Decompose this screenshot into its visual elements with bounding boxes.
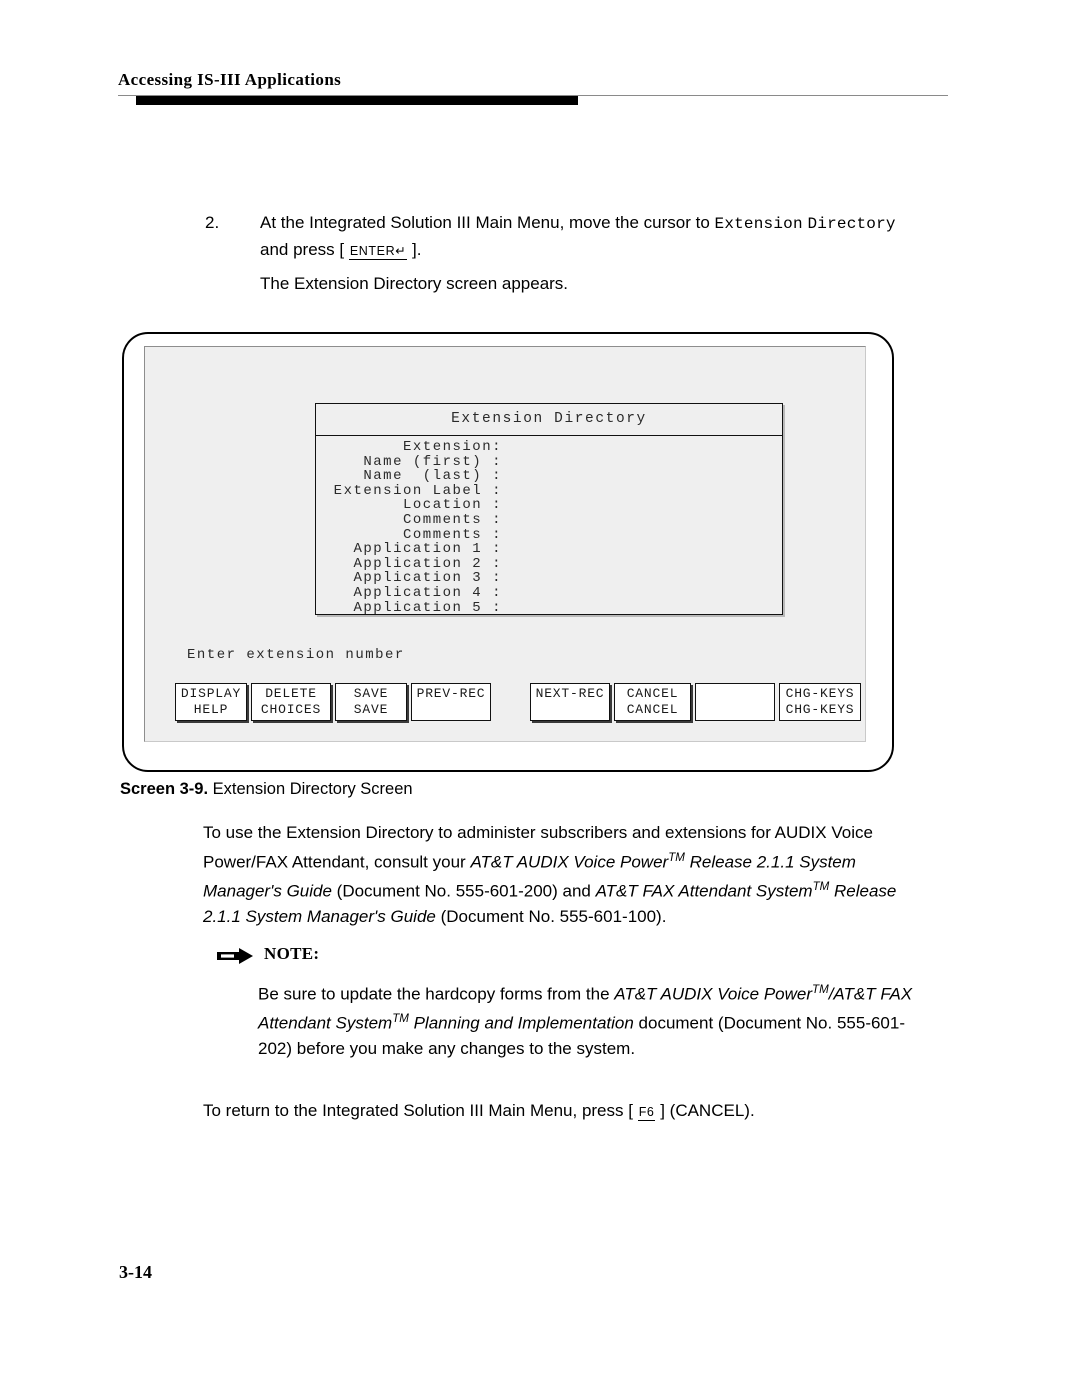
softkey-chg-keys-top: CHG-KEYS	[785, 686, 855, 701]
trademark-icon-1: TM	[668, 851, 685, 864]
running-head: Accessing IS-III Applications	[118, 70, 948, 105]
field-application-4: Application 4 :	[353, 584, 502, 601]
consult-italic1: AT&T AUDIX Voice Power	[470, 852, 669, 872]
step-text-mid: and press [	[260, 240, 349, 259]
note-block: NOTE: Be sure to update the hardcopy for…	[217, 944, 920, 1062]
note-body: Be sure to update the hardcopy forms fro…	[258, 978, 918, 1062]
figure-screen-3-9: Extension Directory Extension: Name (fir…	[122, 332, 894, 772]
trademark-icon-3: TM	[812, 984, 829, 996]
note-arrow-icon	[217, 948, 253, 964]
figure-caption: Screen 3-9. Extension Directory Screen	[120, 780, 413, 799]
field-name-last: Name (last) :	[363, 468, 502, 485]
softkey-display-help-top: DISPLAY	[180, 686, 242, 701]
enter-return-arrow-icon: ↵	[395, 244, 407, 258]
consult-seg2: (Document No. 555-601-200) and	[331, 881, 596, 901]
softkey-next-rec-top: NEXT-REC	[535, 686, 605, 701]
consult-seg3: (Document No. 555-601-100).	[435, 906, 667, 926]
status-prompt: Enter extension number	[187, 647, 405, 663]
softkey-next-rec[interactable]: NEXT-REC	[530, 683, 610, 721]
field-application-5: Application 5 :	[353, 599, 502, 616]
note-italic1: AT&T AUDIX Voice Power	[614, 984, 813, 1004]
trademark-icon-2: TM	[812, 880, 830, 893]
return-seg2: ] (CANCEL).	[655, 1101, 755, 1120]
header-black-bar	[136, 96, 578, 105]
return-seg1: To return to the Integrated Solution III…	[203, 1101, 638, 1120]
note-seg1: Be sure to update the hardcopy forms fro…	[258, 984, 615, 1004]
numbered-step-2: 2. At the Integrated Solution III Main M…	[205, 210, 905, 264]
field-application-2: Application 2 :	[353, 555, 502, 572]
step-text: At the Integrated Solution III Main Menu…	[260, 210, 905, 264]
return-paragraph: To return to the Integrated Solution III…	[203, 1098, 903, 1126]
field-comments-1: Comments :	[402, 511, 502, 528]
softkey-save-save-top: SAVE	[353, 686, 389, 701]
enter-keycap: ENTER↵	[348, 244, 408, 260]
window-title: Extension Directory	[316, 404, 782, 436]
trademark-icon-4: TM	[392, 1013, 409, 1026]
softkey-prev-rec-top: PREV-REC	[416, 686, 486, 701]
screen-appears-text: The Extension Directory screen appears.	[260, 274, 569, 293]
softkey-group-left: DISPLAY HELP DELETE CHOICES SAVE SAVE PR…	[175, 683, 495, 721]
field-location: Location :	[402, 497, 502, 514]
field-name-first: Name (first) :	[363, 453, 502, 470]
extension-directory-window: Extension Directory Extension: Name (fir…	[315, 403, 783, 615]
field-comments-2: Comments :	[402, 526, 502, 543]
figure-caption-prefix: Screen 3-9.	[120, 780, 209, 798]
softkey-display-help-bottom: HELP	[193, 702, 229, 717]
softkey-display-help[interactable]: DISPLAY HELP	[175, 683, 247, 721]
step-text-tail: ].	[407, 240, 422, 259]
softkey-save-save[interactable]: SAVE SAVE	[335, 683, 407, 721]
field-extension-label: Extension Label :	[333, 482, 502, 499]
note-italic1c: Planning and Implementation	[408, 1013, 634, 1033]
softkey-delete-choices[interactable]: DELETE CHOICES	[251, 683, 331, 721]
figure-caption-text: Extension Directory Screen	[212, 780, 413, 798]
softkey-blank[interactable]	[695, 683, 775, 721]
note-label: NOTE:	[264, 944, 320, 963]
consult-italic2: AT&T FAX Attendant System	[595, 881, 813, 901]
softkey-delete-choices-top: DELETE	[265, 686, 317, 701]
menu-item-directory: Directory	[807, 215, 896, 233]
field-application-1: Application 1 :	[353, 541, 502, 558]
softkey-bar: DISPLAY HELP DELETE CHOICES SAVE SAVE PR…	[175, 683, 861, 723]
consult-paragraph: To use the Extension Directory to admini…	[203, 820, 903, 929]
page-number: 3-14	[119, 1262, 152, 1282]
enter-keycap-label: ENTER	[349, 244, 396, 258]
field-extension: Extension:	[402, 439, 502, 455]
softkey-save-save-bottom: SAVE	[353, 702, 389, 717]
menu-item-extension: Extension	[714, 215, 803, 233]
softkey-chg-keys-bottom: CHG-KEYS	[785, 702, 855, 717]
softkey-group-right: NEXT-REC CANCEL CANCEL CHG-KEYS CHG-KEYS	[530, 683, 865, 721]
softkey-chg-keys[interactable]: CHG-KEYS CHG-KEYS	[779, 683, 861, 721]
terminal-canvas: Extension Directory Extension: Name (fir…	[144, 346, 866, 742]
softkey-cancel-cancel-top: CANCEL	[626, 686, 679, 701]
softkey-cancel-cancel-bottom: CANCEL	[626, 702, 679, 717]
running-head-title: Accessing IS-III Applications	[118, 70, 342, 89]
f6-keycap: F6	[637, 1105, 656, 1121]
step-number: 2.	[205, 213, 220, 232]
softkey-delete-choices-bottom: CHOICES	[260, 702, 322, 717]
softkey-cancel-cancel[interactable]: CANCEL CANCEL	[614, 683, 691, 721]
field-list: Extension: Name (first) : Name (last) : …	[316, 436, 782, 615]
softkey-prev-rec[interactable]: PREV-REC	[411, 683, 491, 721]
step-text-lead: At the Integrated Solution III Main Menu…	[260, 213, 715, 232]
field-application-3: Application 3 :	[353, 570, 502, 587]
note-header: NOTE:	[217, 944, 920, 970]
